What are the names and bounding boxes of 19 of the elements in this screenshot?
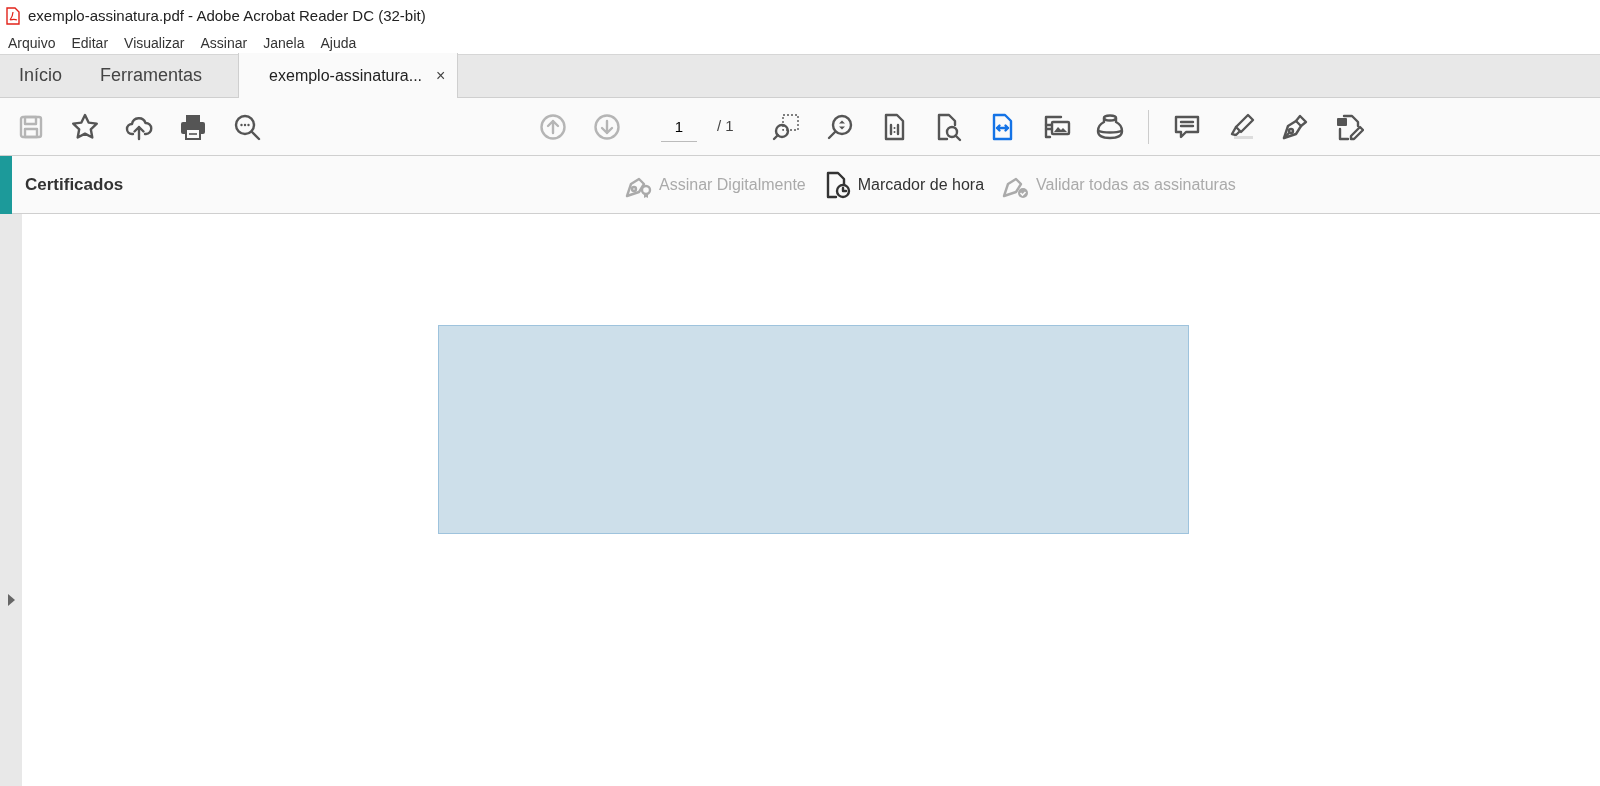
pdf-file-icon: [6, 7, 20, 25]
close-button[interactable]: ×: [436, 63, 446, 88]
page-number-field[interactable]: 1: [661, 111, 697, 142]
tab[interactable]: exemplo-assinatura... ×: [238, 53, 459, 98]
action-button[interactable]: Marcador de hora: [813, 169, 993, 200]
page-count: / 1: [717, 116, 734, 137]
menu-item[interactable]: Arquivo: [8, 32, 56, 54]
tab[interactable]: Ferramentas: [81, 53, 222, 97]
menu-item[interactable]: Janela: [263, 32, 305, 54]
menu-item[interactable]: Editar: [71, 32, 109, 54]
menu-item[interactable]: Visualizar: [124, 32, 185, 54]
tab[interactable]: Início: [0, 53, 82, 97]
menu-item[interactable]: Assinar: [200, 32, 248, 54]
menu-item[interactable]: Ajuda: [320, 32, 357, 54]
window-title: exemplo-assinatura.pdf - Adobe Acrobat Reader DC (32-bit): [28, 5, 426, 26]
panel-accent-bar: [0, 155, 12, 214]
expand-arrow-icon[interactable]: [7, 594, 15, 606]
panel-title: Certificados: [25, 173, 125, 196]
signature-field[interactable]: [438, 325, 1189, 534]
